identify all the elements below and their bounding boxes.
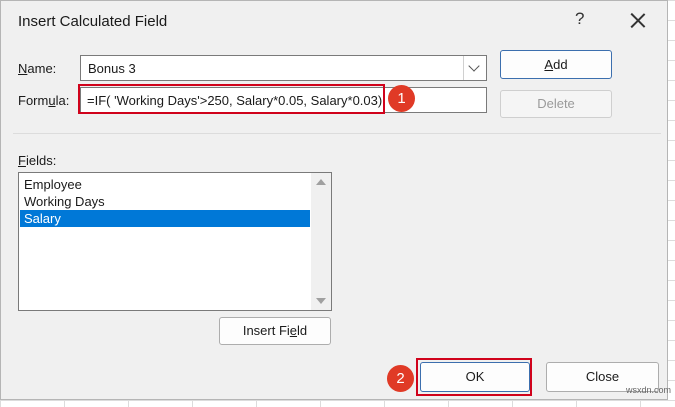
listbox-scrollbar[interactable] bbox=[311, 173, 331, 310]
fields-label: Fields: bbox=[18, 153, 57, 168]
ok-highlight bbox=[416, 358, 532, 396]
scroll-up-icon[interactable] bbox=[316, 179, 326, 185]
name-combobox[interactable]: Bonus 3 bbox=[80, 55, 487, 81]
step-badge-2: 2 bbox=[387, 365, 414, 392]
fields-listbox[interactable]: Employee Working Days Salary bbox=[18, 172, 332, 311]
delete-button[interactable]: Delete bbox=[500, 90, 612, 118]
list-item-working-days[interactable]: Working Days bbox=[20, 193, 310, 210]
list-item-employee[interactable]: Employee bbox=[20, 176, 310, 193]
help-icon[interactable]: ? bbox=[575, 9, 584, 29]
name-label: Name: bbox=[18, 61, 57, 76]
insert-field-button[interactable]: Insert Field bbox=[219, 317, 331, 345]
scroll-down-icon[interactable] bbox=[316, 298, 326, 304]
step-badge-1: 1 bbox=[388, 85, 415, 112]
formula-label: Formula: bbox=[18, 93, 70, 108]
chevron-down-icon[interactable] bbox=[463, 56, 486, 80]
formula-highlight bbox=[78, 84, 385, 114]
add-button[interactable]: Add bbox=[500, 50, 612, 79]
watermark: wsxdn.com bbox=[626, 385, 672, 395]
close-icon[interactable] bbox=[626, 9, 650, 33]
list-item-salary[interactable]: Salary bbox=[20, 210, 310, 227]
name-value: Bonus 3 bbox=[88, 61, 136, 76]
insert-calculated-field-dialog: Insert Calculated Field ? Name: Bonus 3 … bbox=[0, 0, 668, 400]
dialog-title: Insert Calculated Field bbox=[18, 13, 168, 30]
separator bbox=[13, 133, 661, 134]
